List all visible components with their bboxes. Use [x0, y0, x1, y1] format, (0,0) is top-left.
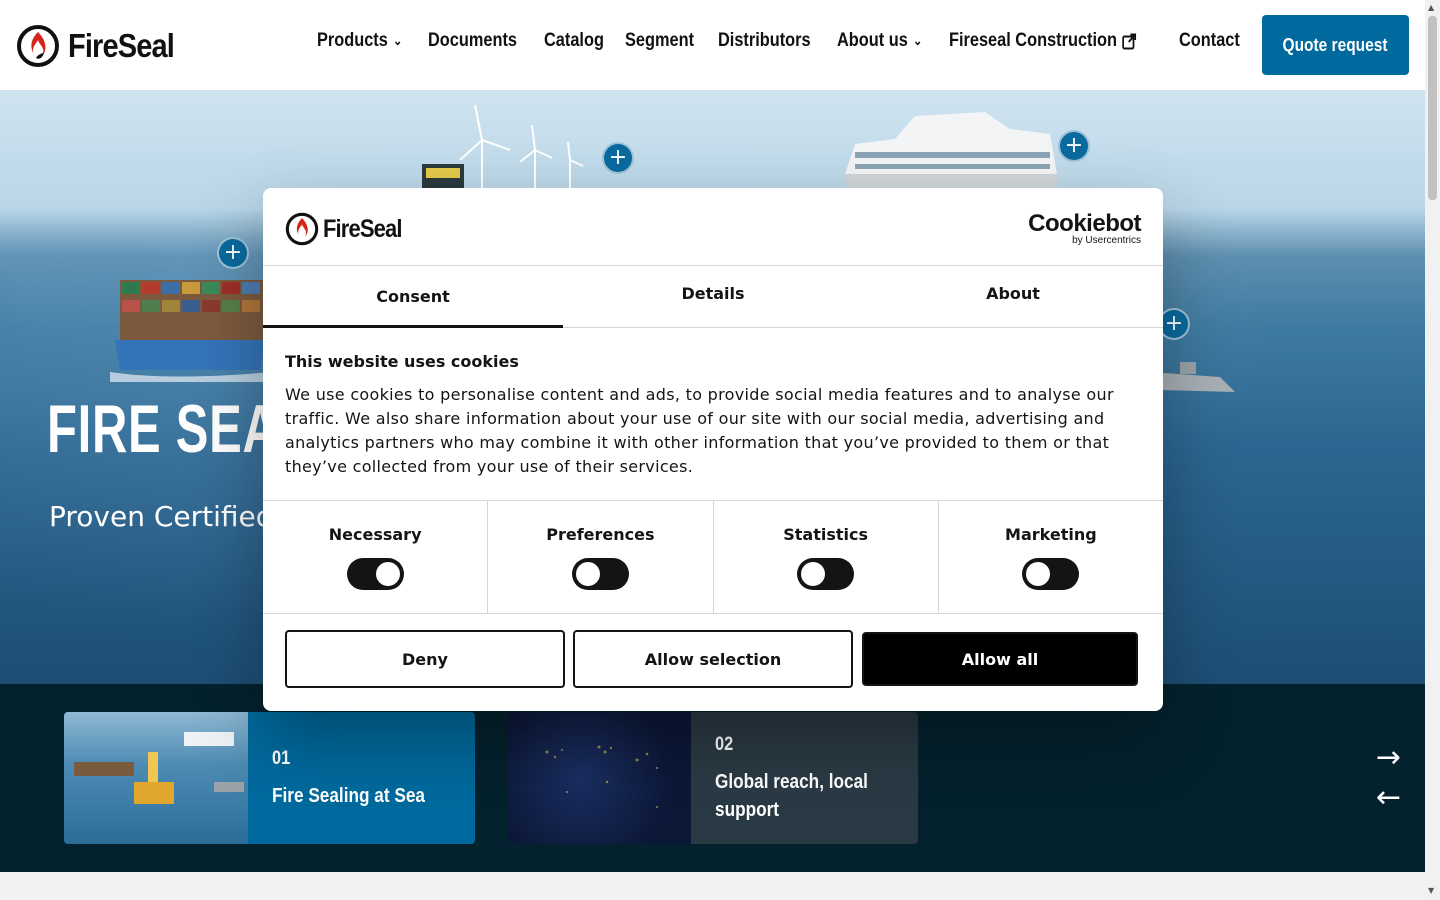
nav-documents-label: Documents	[428, 30, 518, 51]
feature-carousel: 01 Fire Sealing at Sea 02 Global reach, …	[0, 684, 1425, 872]
cookie-description: We use cookies to personalise content an…	[285, 385, 1114, 476]
naval-ship-image	[1150, 362, 1235, 392]
tab-details[interactable]: Details	[563, 266, 863, 327]
world-night-map-icon	[545, 745, 658, 808]
sea-rig-illustration-icon	[74, 732, 244, 804]
statistics-switch[interactable]	[797, 558, 855, 590]
wind-turbines-image	[422, 104, 584, 200]
toggle-statistics: Statistics	[714, 501, 939, 613]
external-link-icon	[1122, 33, 1136, 49]
hero-subtitle: Proven Certified	[49, 500, 274, 533]
feature-card-1[interactable]: 01 Fire Sealing at Sea	[64, 712, 475, 844]
card-1-title: Fire Sealing at Sea	[272, 785, 425, 807]
logo-text: FireSeal	[68, 27, 175, 64]
tab-consent[interactable]: Consent	[263, 266, 563, 328]
scroll-up-icon[interactable]: ▲	[1428, 3, 1434, 12]
tab-about[interactable]: About	[863, 266, 1163, 327]
arrow-left-icon[interactable]: ←	[1376, 780, 1401, 815]
nav-contact-label: Contact	[1178, 30, 1240, 51]
switch-knob	[801, 562, 826, 586]
switch-knob	[1026, 562, 1051, 586]
nav-segment-label: Segment	[625, 30, 695, 51]
nav-segment[interactable]: Segment	[625, 30, 694, 52]
dialog-logo-text: FireSeal	[323, 214, 402, 243]
nav-catalog[interactable]: Catalog	[544, 30, 604, 52]
card-1-number: 01	[272, 748, 291, 769]
nav-contact[interactable]: Contact	[1179, 30, 1240, 52]
fireseal-logo[interactable]: FireSeal	[16, 24, 188, 68]
nav-about-label: About us	[837, 30, 909, 51]
switch-knob	[375, 562, 400, 586]
nav-distributors[interactable]: Distributors	[718, 30, 811, 52]
card-2-body: 02 Global reach, local support	[691, 712, 918, 844]
nav-catalog-label: Catalog	[543, 30, 604, 51]
dialog-fireseal-logo: FireSeal	[285, 212, 412, 246]
scroll-thumb[interactable]	[1428, 16, 1437, 200]
card-1-body: 01 Fire Sealing at Sea	[248, 712, 475, 844]
card-1-image	[64, 712, 248, 844]
cookie-heading: This website uses cookies	[285, 352, 519, 371]
cookie-toggles: Necessary Preferences Statistics Marketi…	[263, 500, 1163, 614]
toggle-preferences: Preferences	[488, 501, 714, 613]
toggle-preferences-label: Preferences	[546, 525, 655, 544]
flame-logo-icon	[285, 212, 319, 246]
preferences-switch[interactable]	[571, 558, 629, 590]
nav-documents[interactable]: Documents	[428, 30, 517, 52]
necessary-switch[interactable]	[346, 558, 404, 590]
dialog-body: This website uses cookies We use cookies…	[263, 328, 1163, 503]
allow-selection-button[interactable]: Allow selection	[573, 630, 853, 688]
cookie-consent-dialog: FireSeal Cookiebot by Usercentrics Conse…	[263, 188, 1163, 711]
arrow-right-icon[interactable]: →	[1376, 740, 1401, 775]
nav-fireseal-construction[interactable]: Fireseal Construction	[949, 30, 1137, 52]
hotspot-plus-icon-wind[interactable]: +	[602, 142, 634, 174]
page-scrollbar[interactable]: ▲ ▼	[1425, 0, 1440, 900]
chevron-down-icon: ⌄	[913, 33, 923, 48]
nav-products-label: Products	[317, 30, 388, 51]
nav-products[interactable]: Products ⌄	[317, 30, 402, 52]
toggle-marketing-label: Marketing	[1005, 525, 1097, 544]
toggle-statistics-label: Statistics	[783, 525, 868, 544]
site-header: FireSeal Products ⌄ Documents Catalog Se…	[0, 0, 1425, 90]
dialog-header: FireSeal Cookiebot by Usercentrics	[263, 188, 1163, 266]
toggle-marketing: Marketing	[939, 501, 1163, 613]
nav-distributors-label: Distributors	[717, 30, 811, 51]
main-nav: Products ⌄ Documents Catalog Segment Dis…	[317, 30, 1240, 52]
chevron-down-icon: ⌄	[392, 33, 403, 48]
card-2-image	[507, 712, 691, 844]
scroll-down-icon[interactable]: ▼	[1428, 886, 1434, 895]
flame-logo-icon	[17, 25, 59, 67]
allow-all-button[interactable]: Allow all	[862, 632, 1138, 686]
cookiebot-name: Cookiebot	[1028, 210, 1141, 237]
deny-button[interactable]: Deny	[285, 630, 565, 688]
cookie-buttons: Deny Allow selection Allow all	[285, 630, 1138, 688]
dialog-tabs: Consent Details About	[263, 266, 1163, 328]
card-2-title: Global reach, local support	[715, 771, 868, 821]
marketing-switch[interactable]	[1022, 558, 1080, 590]
cookiebot-logo[interactable]: Cookiebot by Usercentrics	[1028, 210, 1141, 246]
switch-knob	[575, 562, 600, 586]
container-ship-image	[110, 280, 270, 382]
quote-request-button[interactable]: Quote request	[1262, 15, 1409, 75]
feature-card-2[interactable]: 02 Global reach, local support	[507, 712, 918, 844]
card-2-number: 02	[715, 734, 734, 755]
cruise-ship-image	[845, 112, 1057, 188]
toggle-necessary-label: Necessary	[328, 525, 422, 544]
hotspot-plus-icon-container[interactable]: +	[217, 237, 249, 269]
hotspot-plus-icon-cruise[interactable]: +	[1058, 130, 1090, 162]
nav-about-us[interactable]: About us ⌄	[837, 30, 922, 52]
nav-construction-label: Fireseal Construction	[948, 30, 1117, 51]
toggle-necessary: Necessary	[263, 501, 489, 613]
quote-request-label: Quote request	[1283, 34, 1388, 55]
